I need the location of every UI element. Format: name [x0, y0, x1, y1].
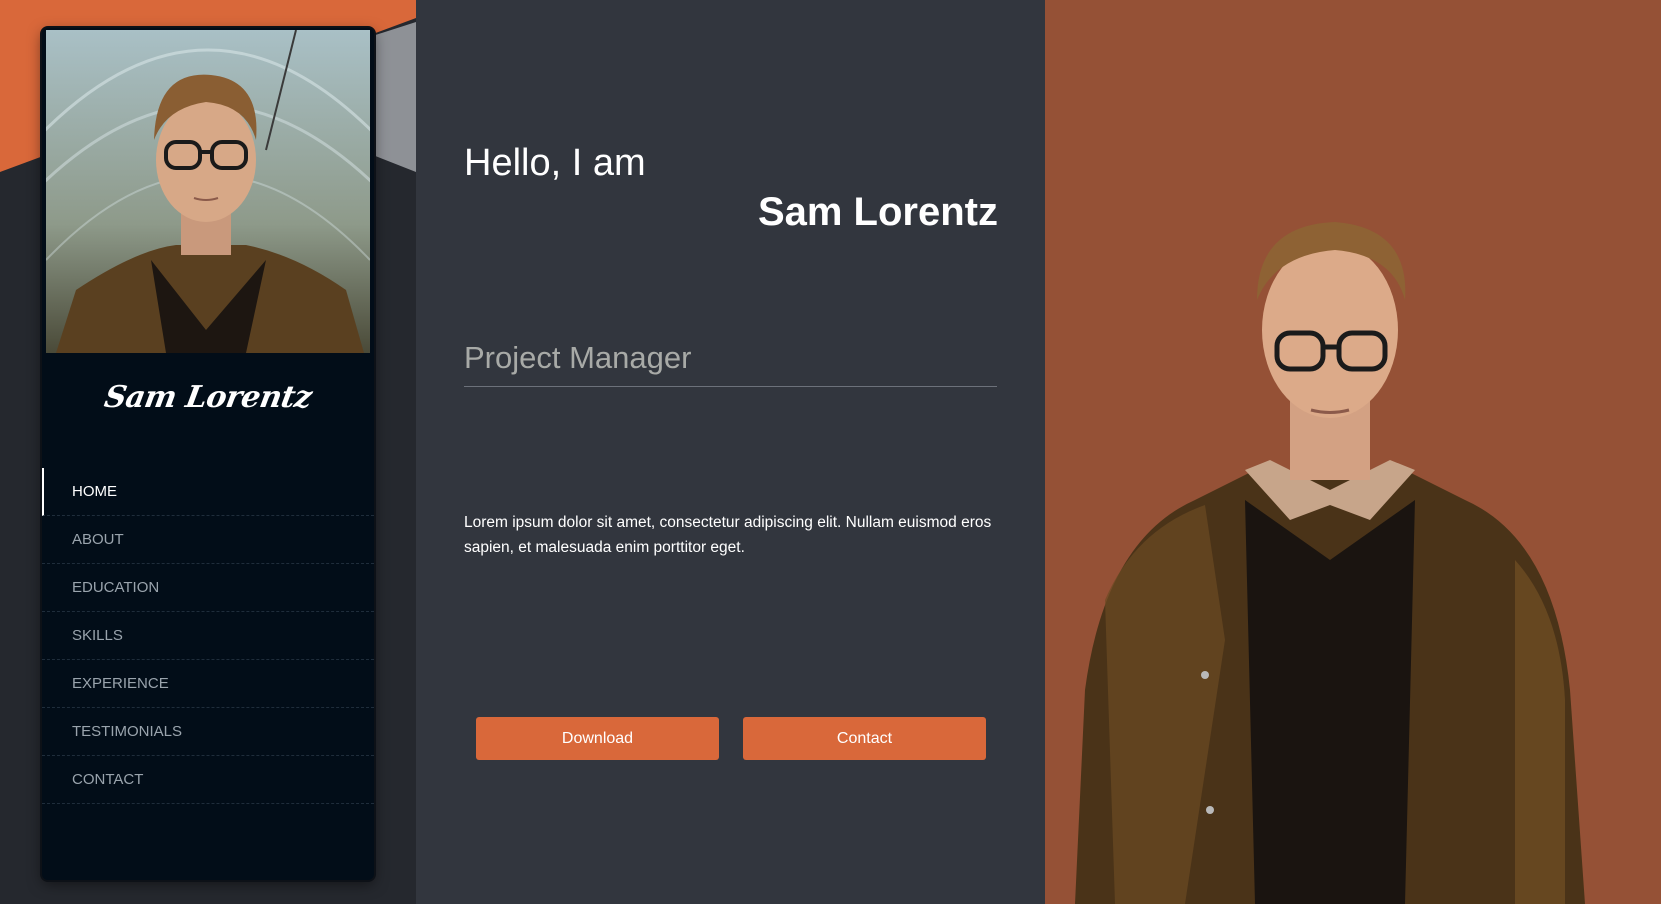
nav-item-home[interactable]: HOME: [42, 468, 374, 516]
nav-item-skills[interactable]: SKILLS: [42, 612, 374, 660]
nav-item-education[interactable]: EDUCATION: [42, 564, 374, 612]
name-heading: Sam Lorentz: [757, 190, 998, 234]
contact-button[interactable]: Contact: [743, 717, 986, 760]
hero-section: Hello, I am Sam Lorentz Project Manager …: [416, 0, 1045, 904]
role-divider: Project Manager: [464, 340, 997, 387]
profile-photo: [46, 30, 370, 353]
nav-item-contact[interactable]: CONTACT: [42, 756, 374, 804]
nav-item-about[interactable]: ABOUT: [42, 516, 374, 564]
bio-text: Lorem ipsum dolor sit amet, consectetur …: [464, 514, 992, 556]
signature-logo: Sam Lorentz: [101, 380, 315, 415]
main-nav: HOME ABOUT EDUCATION SKILLS EXPERIENCE T…: [42, 468, 374, 804]
role-title: Project Manager: [464, 340, 692, 375]
portrait-image: [1075, 222, 1585, 904]
nav-item-experience[interactable]: EXPERIENCE: [42, 660, 374, 708]
download-button[interactable]: Download: [476, 717, 719, 760]
greeting-heading: Hello, I am: [464, 142, 646, 184]
portrait-panel: [1045, 0, 1661, 904]
sidebar: Sam Lorentz HOME ABOUT EDUCATION SKILLS …: [42, 28, 374, 880]
nav-item-testimonials[interactable]: TESTIMONIALS: [42, 708, 374, 756]
